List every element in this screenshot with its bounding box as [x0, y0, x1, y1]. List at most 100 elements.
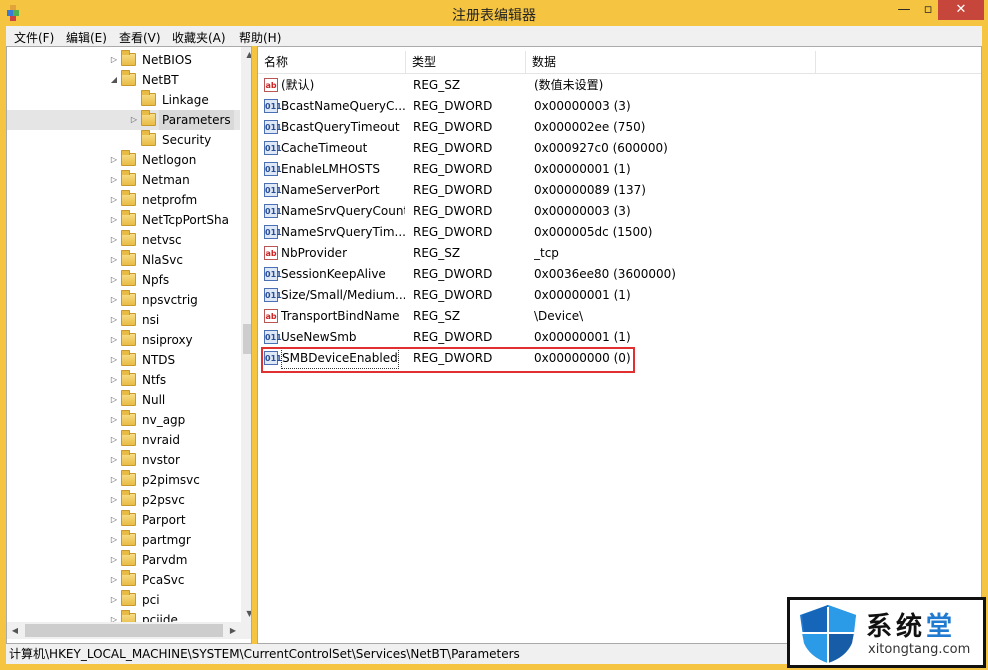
expand-arrow-icon[interactable]: ▷	[109, 210, 119, 230]
expand-arrow-icon[interactable]: ▷	[109, 370, 119, 390]
scroll-right-icon[interactable]: ▶	[225, 622, 241, 639]
expand-arrow-icon[interactable]: ▷	[109, 190, 119, 210]
tree-item[interactable]: ▷ NTDS	[7, 350, 240, 370]
expand-arrow-icon[interactable]: ▷	[109, 390, 119, 410]
value-data: 0x00000001 (1)	[534, 288, 631, 302]
expand-arrow-icon[interactable]: ▷	[109, 310, 119, 330]
tree-item[interactable]: ▷ Ntfs	[7, 370, 240, 390]
tree-item[interactable]: ▷ Parport	[7, 510, 240, 530]
dword-value-icon: 011	[264, 225, 282, 239]
menu-edit[interactable]: 编辑(E)	[66, 29, 107, 46]
tree-item[interactable]: ▷ nvraid	[7, 430, 240, 450]
column-header-type[interactable]: 类型	[406, 51, 526, 73]
value-row[interactable]: 011 EnableLMHOSTS REG_DWORD 0x00000001 (1)	[258, 159, 981, 180]
close-button[interactable]: ✕	[938, 0, 984, 20]
tree-item[interactable]: ▷ netprofm	[7, 190, 240, 210]
tree-item[interactable]: ▷ pci	[7, 590, 240, 610]
tree-item[interactable]: ▷ npsvctrig	[7, 290, 240, 310]
registry-values-list[interactable]: 名称 类型 数据 ab (默认) REG_SZ (数值未设置) 011 BcastName…	[257, 46, 982, 644]
tree-item-label: NetBIOS	[142, 53, 192, 67]
scroll-up-icon[interactable]: ▲	[241, 47, 251, 63]
expand-arrow-icon[interactable]: ▷	[109, 470, 119, 490]
value-name: SessionKeepAlive	[281, 267, 386, 281]
value-row[interactable]: ab TransportBindName REG_SZ \Device\	[258, 306, 981, 327]
watermark-title-main: 系统	[866, 612, 927, 642]
expand-arrow-icon[interactable]: ▷	[109, 450, 119, 470]
tree-horizontal-scroll-thumb[interactable]	[25, 624, 223, 637]
scroll-left-icon[interactable]: ◀	[7, 622, 23, 639]
expand-arrow-icon[interactable]: ▷	[109, 510, 119, 530]
value-row[interactable]: 011 SessionKeepAlive REG_DWORD 0x0036ee80 (…	[258, 264, 981, 285]
tree-item[interactable]: ▷ Npfs	[7, 270, 240, 290]
tree-item[interactable]: ◢ NetBT	[7, 70, 240, 90]
value-row[interactable]: 011 BcastNameQueryC... REG_DWORD 0x00000003…	[258, 96, 981, 117]
tree-item[interactable]: ▷ Parameters	[7, 110, 240, 130]
tree-vertical-scrollbar[interactable]: ▲ ▼	[241, 47, 251, 622]
tree-item[interactable]: Security	[7, 130, 240, 150]
tree-item[interactable]: ▷ p2pimsvc	[7, 470, 240, 490]
expand-arrow-icon[interactable]: ▷	[109, 550, 119, 570]
tree-item[interactable]: ▷ Netman	[7, 170, 240, 190]
tree-item[interactable]: ▷ NetTcpPortSha	[7, 210, 240, 230]
expand-arrow-icon[interactable]: ▷	[109, 290, 119, 310]
expand-arrow-icon[interactable]: ▷	[109, 270, 119, 290]
watermark-title: 系统堂	[866, 606, 956, 643]
expand-arrow-icon[interactable]: ▷	[109, 150, 119, 170]
tree-vertical-scroll-thumb[interactable]	[243, 324, 251, 354]
value-name: Size/Small/Medium...	[281, 288, 405, 302]
menu-view[interactable]: 查看(V)	[119, 29, 161, 46]
expand-arrow-icon[interactable]: ▷	[109, 350, 119, 370]
collapse-arrow-icon[interactable]: ◢	[109, 70, 119, 90]
tree-item[interactable]: ▷ nvstor	[7, 450, 240, 470]
expand-arrow-icon[interactable]: ▷	[109, 50, 119, 70]
expand-arrow-icon[interactable]: ▷	[109, 570, 119, 590]
tree-item[interactable]: ▷ PcaSvc	[7, 570, 240, 590]
tree-item[interactable]: ▷ partmgr	[7, 530, 240, 550]
expand-arrow-icon[interactable]: ▷	[109, 490, 119, 510]
tree-item-label: partmgr	[142, 533, 191, 547]
tree-item[interactable]: ▷ Netlogon	[7, 150, 240, 170]
value-row[interactable]: 011 Size/Small/Medium... REG_DWORD 0x000000…	[258, 285, 981, 306]
tree-item[interactable]: ▷ nsiproxy	[7, 330, 240, 350]
expand-arrow-icon[interactable]: ▷	[109, 430, 119, 450]
folder-icon	[121, 370, 136, 386]
tree-item[interactable]: ▷ nsi	[7, 310, 240, 330]
expand-arrow-icon[interactable]: ▷	[109, 530, 119, 550]
value-row[interactable]: 011 NameSrvQueryCount REG_DWORD 0x00000003 …	[258, 201, 981, 222]
tree-item[interactable]: ▷ p2psvc	[7, 490, 240, 510]
value-row[interactable]: 011 NameSrvQueryTim... REG_DWORD 0x000005dc…	[258, 222, 981, 243]
menu-favorites[interactable]: 收藏夹(A)	[172, 29, 226, 46]
tree-horizontal-scrollbar[interactable]: ◀ ▶	[7, 622, 241, 639]
scroll-down-icon[interactable]: ▼	[241, 606, 251, 622]
expand-arrow-icon[interactable]: ▷	[109, 590, 119, 610]
menu-help[interactable]: 帮助(H)	[239, 29, 281, 46]
value-row[interactable]: ab (默认) REG_SZ (数值未设置)	[258, 75, 981, 96]
expand-arrow-icon[interactable]: ▷	[109, 410, 119, 430]
expand-arrow-icon[interactable]: ▷	[109, 170, 119, 190]
menu-file[interactable]: 文件(F)	[14, 29, 54, 46]
dword-value-icon: 011	[264, 267, 282, 281]
registry-key-tree[interactable]: ▷ NetBIOS ◢ NetBT Linkage ▷ Parameters Security…	[6, 46, 252, 644]
maximize-button[interactable]: ▫	[918, 0, 938, 20]
tree-item[interactable]: ▷ Null	[7, 390, 240, 410]
tree-item[interactable]: ▷ NetBIOS	[7, 50, 240, 70]
value-row[interactable]: 011 CacheTimeout REG_DWORD 0x000927c0 (6000…	[258, 138, 981, 159]
value-row[interactable]: 011 BcastQueryTimeout REG_DWORD 0x000002ee …	[258, 117, 981, 138]
value-row[interactable]: ab NbProvider REG_SZ _tcp	[258, 243, 981, 264]
tree-item[interactable]: ▷ nv_agp	[7, 410, 240, 430]
expand-arrow-icon[interactable]: ▷	[129, 110, 139, 130]
expand-arrow-icon[interactable]: ▷	[109, 230, 119, 250]
minimize-button[interactable]: —	[890, 0, 918, 20]
expand-arrow-icon[interactable]: ▷	[109, 250, 119, 270]
tree-item[interactable]: ▷ netvsc	[7, 230, 240, 250]
tree-item[interactable]: Linkage	[7, 90, 240, 110]
tree-item[interactable]: ▷ Parvdm	[7, 550, 240, 570]
value-type: REG_SZ	[413, 78, 461, 92]
column-header-name[interactable]: 名称	[258, 51, 406, 73]
column-header-data[interactable]: 数据	[526, 51, 816, 73]
expand-arrow-icon[interactable]: ▷	[109, 330, 119, 350]
value-row[interactable]: 011 UseNewSmb REG_DWORD 0x00000001 (1)	[258, 327, 981, 348]
tree-item[interactable]: ▷ NlaSvc	[7, 250, 240, 270]
value-row[interactable]: 011 NameServerPort REG_DWORD 0x00000089 (13…	[258, 180, 981, 201]
site-watermark: 系统堂 xitongtang.com	[787, 597, 986, 668]
